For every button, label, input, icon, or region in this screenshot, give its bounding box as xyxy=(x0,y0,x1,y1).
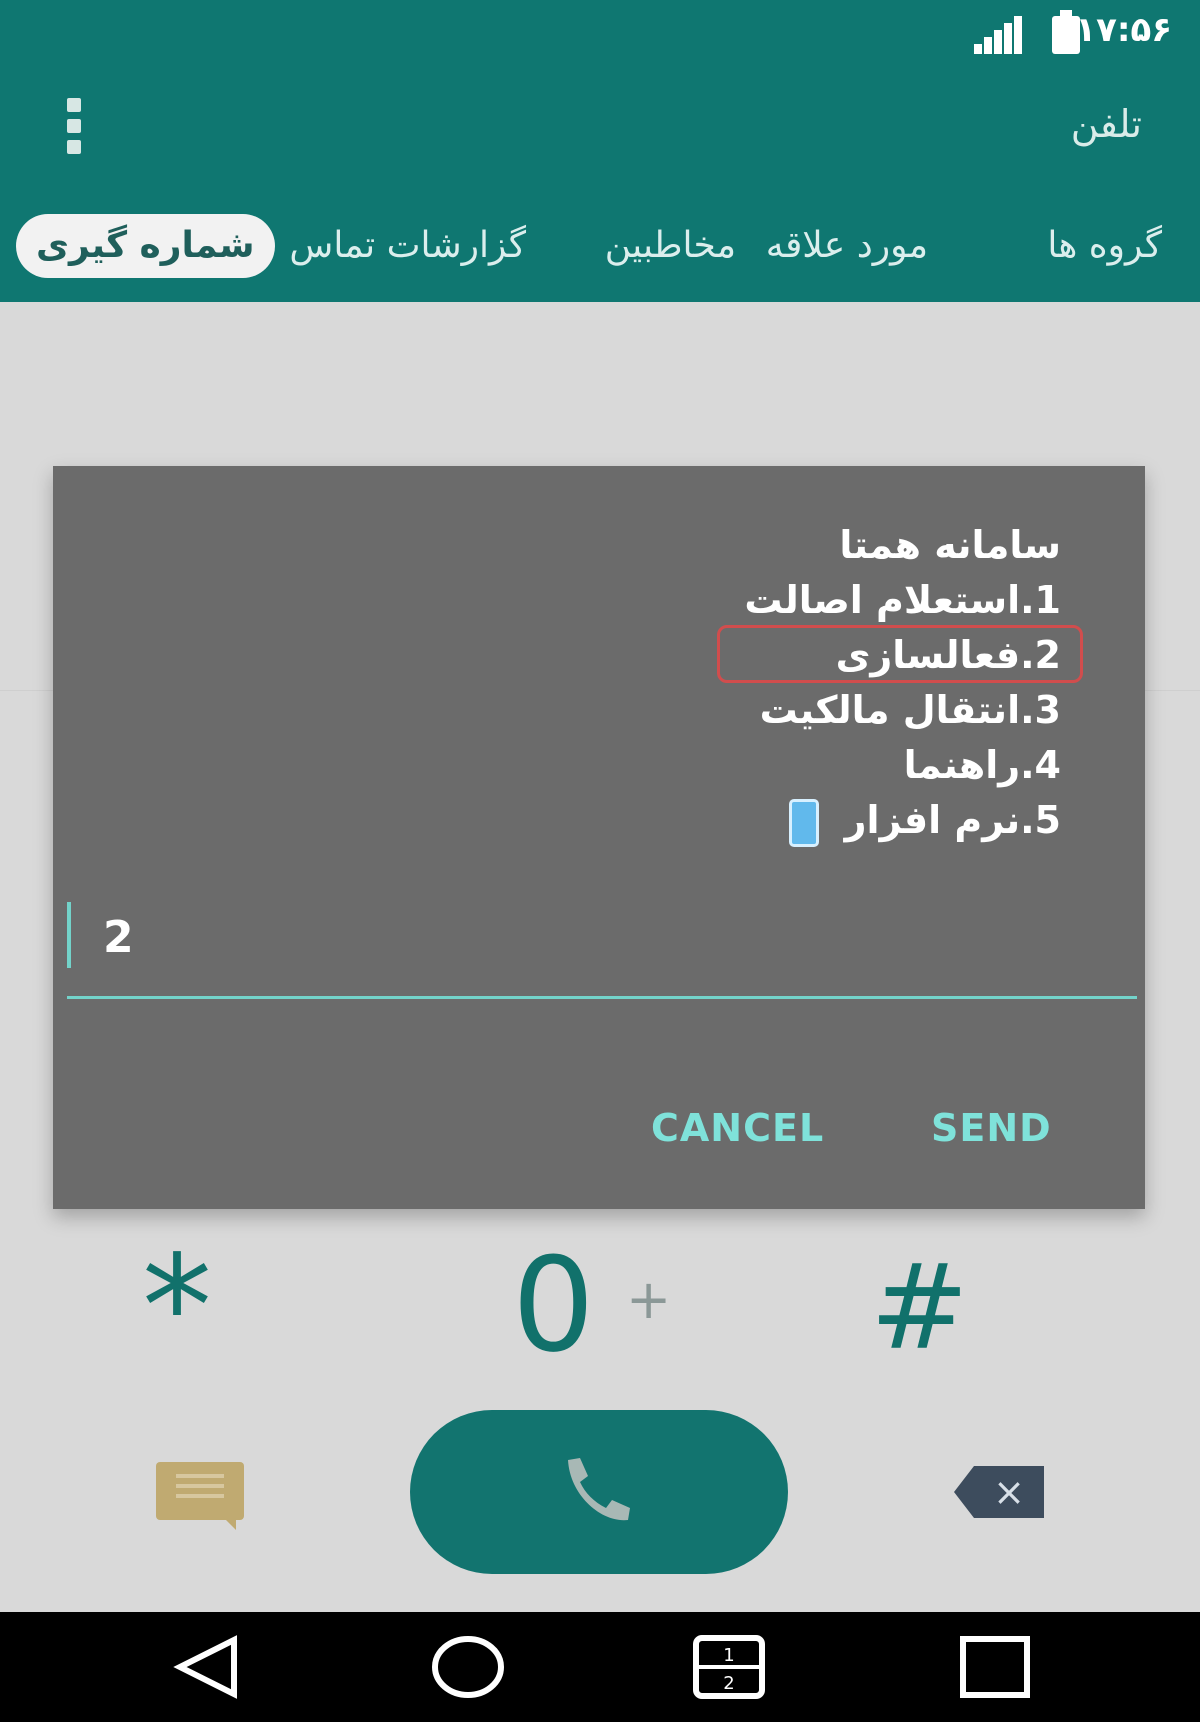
back-icon[interactable] xyxy=(170,1634,242,1700)
status-bar: ۱۷:۵۶ xyxy=(0,0,1200,72)
tab-bar: گروه ها مورد علاقه مخاطبین گزارشات تماس … xyxy=(0,190,1200,302)
ussd-option-5: 5.نرم افزار xyxy=(361,793,1061,848)
ussd-option-2: 2.فعالسازی xyxy=(361,625,1083,683)
backspace-icon[interactable]: × xyxy=(954,1466,1044,1518)
app-bar: تلفن xyxy=(0,72,1200,190)
phone-icon xyxy=(568,1458,630,1521)
navigation-bar: 1 2 xyxy=(0,1612,1200,1722)
sim-one-label: 1 xyxy=(723,1645,734,1666)
dual-sim-icon[interactable]: 1 2 xyxy=(692,1634,766,1700)
ussd-dialog: سامانه همتا 1.استعلام اصالت 2.فعالسازی 3… xyxy=(53,466,1145,1209)
send-button[interactable]: SEND xyxy=(931,1106,1052,1150)
phone-screen: ۱۷:۵۶ تلفن گروه ها مورد علاقه مخاطبین گز… xyxy=(0,0,1200,1612)
ussd-title: سامانه همتا xyxy=(839,523,1061,567)
status-time: ۱۷:۵۶ xyxy=(1075,10,1172,50)
signal-icon xyxy=(974,14,1028,54)
dial-key-hash[interactable]: # xyxy=(870,1248,969,1366)
activation-highlight xyxy=(717,625,1083,683)
tab-call-log[interactable]: گزارشات تماس xyxy=(289,214,526,278)
text-cursor xyxy=(67,902,71,968)
ussd-option-3: 3.انتقال مالکیت xyxy=(759,688,1061,732)
dial-key-zero[interactable]: 0 xyxy=(512,1240,595,1370)
input-underline xyxy=(67,996,1137,999)
ussd-message: سامانه همتا 1.استعلام اصالت 2.فعالسازی 3… xyxy=(361,518,1083,848)
ussd-reply-input[interactable]: 2 xyxy=(67,902,1137,968)
ussd-option-4: 4.راهنما xyxy=(903,743,1061,787)
more-options-icon[interactable] xyxy=(62,98,86,160)
app-title: تلفن xyxy=(1070,102,1142,146)
call-button[interactable] xyxy=(410,1410,788,1574)
home-icon[interactable] xyxy=(430,1634,506,1700)
cancel-button[interactable]: CANCEL xyxy=(651,1106,824,1150)
recent-apps-icon[interactable] xyxy=(958,1634,1032,1700)
tab-contacts[interactable]: مخاطبین xyxy=(605,214,736,278)
dial-key-plus-label: + xyxy=(626,1268,672,1331)
ussd-option-5-text: 5.نرم افزار xyxy=(844,798,1061,842)
message-icon[interactable] xyxy=(156,1462,244,1530)
dial-key-star[interactable]: * xyxy=(142,1238,212,1378)
tab-favorites[interactable]: مورد علاقه xyxy=(766,214,928,278)
tab-groups[interactable]: گروه ها xyxy=(1047,214,1162,278)
mobile-phone-icon xyxy=(789,798,820,847)
sim-two-label: 2 xyxy=(723,1673,734,1694)
ussd-option-1: 1.استعلام اصالت xyxy=(744,578,1061,622)
ussd-reply-value: 2 xyxy=(103,912,134,963)
tab-dialer[interactable]: شماره گیری xyxy=(16,214,275,278)
